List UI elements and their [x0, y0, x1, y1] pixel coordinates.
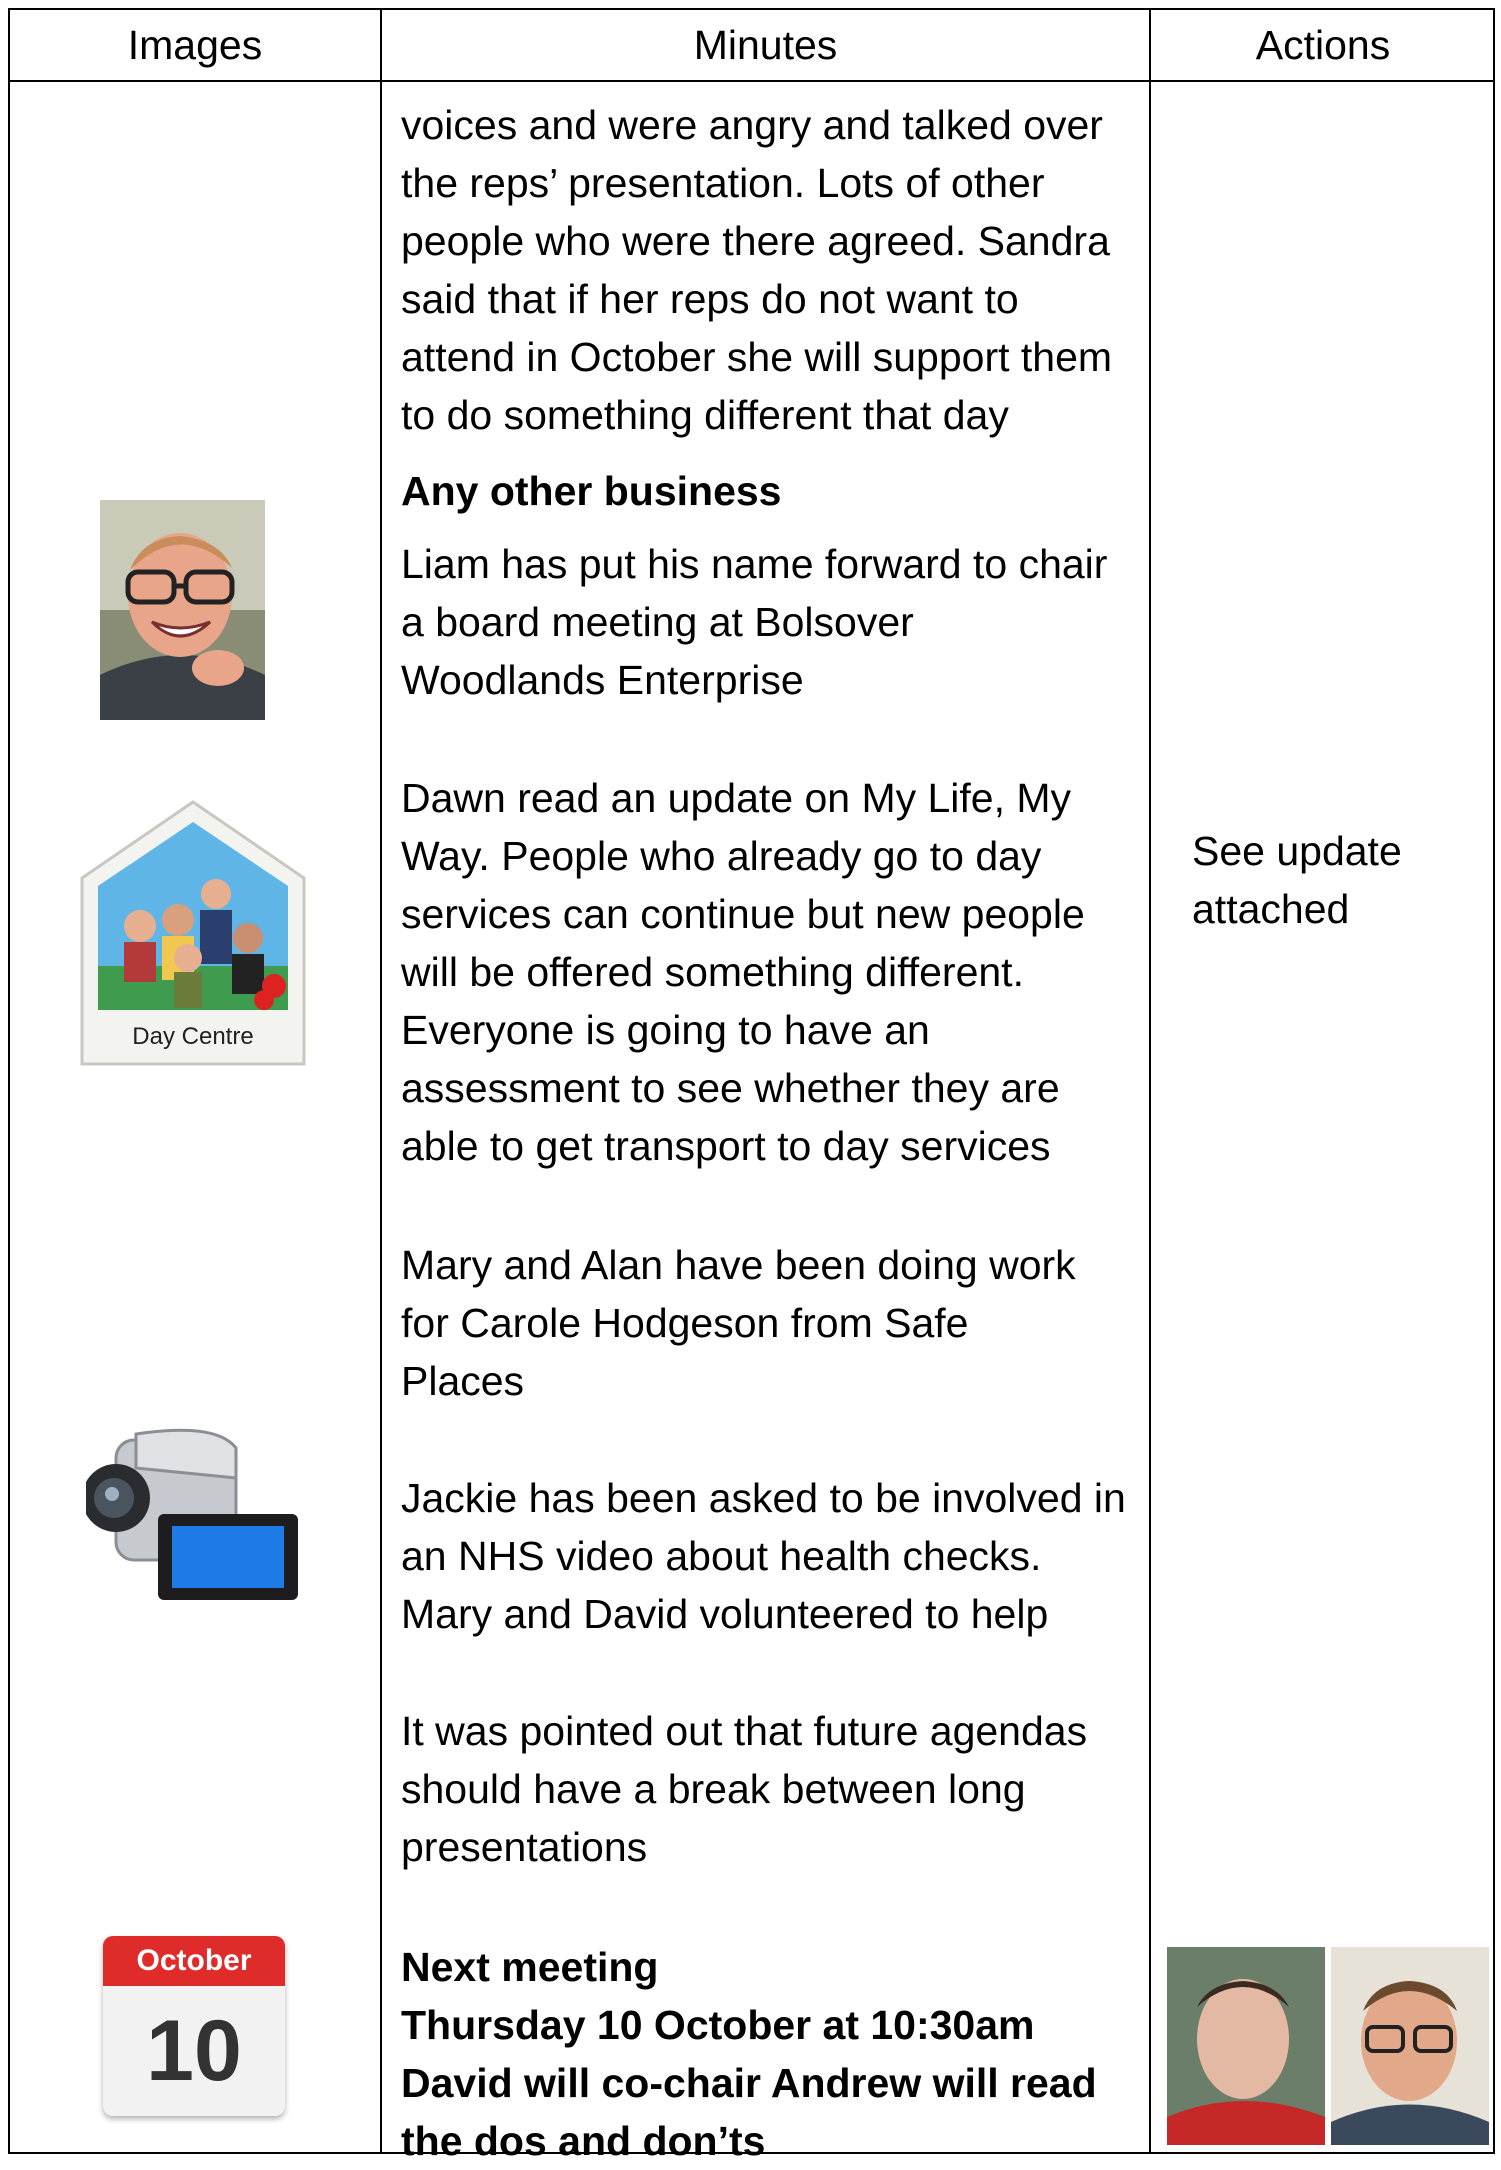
minutes-paragraph-4: Mary and Alan have been doing work for C… [401, 1236, 1161, 1410]
text-line: Mary and Alan have been doing work [401, 1242, 1076, 1288]
man-portrait-icon [100, 500, 265, 720]
next-meeting: Next meeting Thursday 10 October at 10:3… [401, 1938, 1161, 2170]
aob-heading: Any other business [401, 468, 782, 514]
text-line: Jackie has been asked to be involved in [401, 1475, 1126, 1521]
text-line: an NHS video about health checks. [401, 1533, 1042, 1579]
text-line: the reps’ presentation. Lots of other [401, 160, 1045, 206]
text-line: to do something different that day [401, 392, 1009, 438]
text-line: said that if her reps do not want to [401, 276, 1019, 322]
header-images: Images [127, 21, 263, 68]
header-divider [10, 80, 1493, 82]
text-line: Dawn read an update on My Life, My [401, 775, 1072, 821]
next-meeting-dos: the dos and don’ts [401, 2118, 766, 2164]
action-see-update: See update attached [1192, 822, 1472, 938]
text-line: services can continue but new people [401, 891, 1085, 937]
calendar-icon: October 10 [103, 1936, 285, 2116]
text-line: See update [1192, 828, 1402, 874]
text-line: will be offered something different. [401, 949, 1024, 995]
minutes-paragraph-6: It was pointed out that future agendas s… [401, 1702, 1161, 1876]
header-minutes: Minutes [693, 21, 838, 68]
minutes-paragraph-2: Liam has put his name forward to chair a… [401, 535, 1161, 709]
text-line: voices and were angry and talked over [401, 102, 1103, 148]
next-meeting-date: Thursday 10 October at 10:30am [401, 2002, 1035, 2048]
calendar-day: 10 [146, 2002, 242, 2099]
text-line: Places [401, 1358, 525, 1404]
next-meeting-chair: David will co-chair Andrew will read [401, 2060, 1097, 2106]
text-line: Everyone is going to have an [401, 1007, 930, 1053]
next-meeting-heading: Next meeting [401, 1944, 659, 1990]
text-line: It was pointed out that future agendas [401, 1708, 1088, 1754]
text-line: for Carole Hodgeson from Safe [401, 1300, 969, 1346]
header-actions: Actions [1255, 21, 1391, 68]
calendar-month: October [103, 1936, 285, 1986]
text-line: Liam has put his name forward to chair [401, 541, 1108, 587]
minutes-paragraph-5: Jackie has been asked to be involved in … [401, 1469, 1161, 1643]
text-line: presentations [401, 1824, 648, 1870]
column-divider [380, 10, 382, 2152]
text-line: attached [1192, 886, 1350, 932]
two-men-portrait-icon [1167, 1947, 1489, 2145]
minutes-paragraph-1: voices and were angry and talked over th… [401, 96, 1161, 444]
text-line: able to get transport to day services [401, 1123, 1051, 1169]
text-line: Way. People who already go to day [401, 833, 1042, 879]
camcorder-icon [86, 1428, 298, 1600]
text-line: assessment to see whether they are [401, 1065, 1060, 1111]
text-line: Mary and David volunteered to help [401, 1591, 1049, 1637]
text-line: Woodlands Enterprise [401, 657, 804, 703]
text-line: people who were there agreed. Sandra [401, 218, 1110, 264]
text-line: should have a break between long [401, 1766, 1026, 1812]
day-centre-label: Day Centre [132, 1023, 254, 1050]
minutes-paragraph-3: Dawn read an update on My Life, My Way. … [401, 769, 1161, 1175]
day-centre-icon: Day Centre [78, 798, 308, 1068]
text-line: attend in October she will support them [401, 334, 1113, 380]
text-line: a board meeting at Bolsover [401, 599, 914, 645]
